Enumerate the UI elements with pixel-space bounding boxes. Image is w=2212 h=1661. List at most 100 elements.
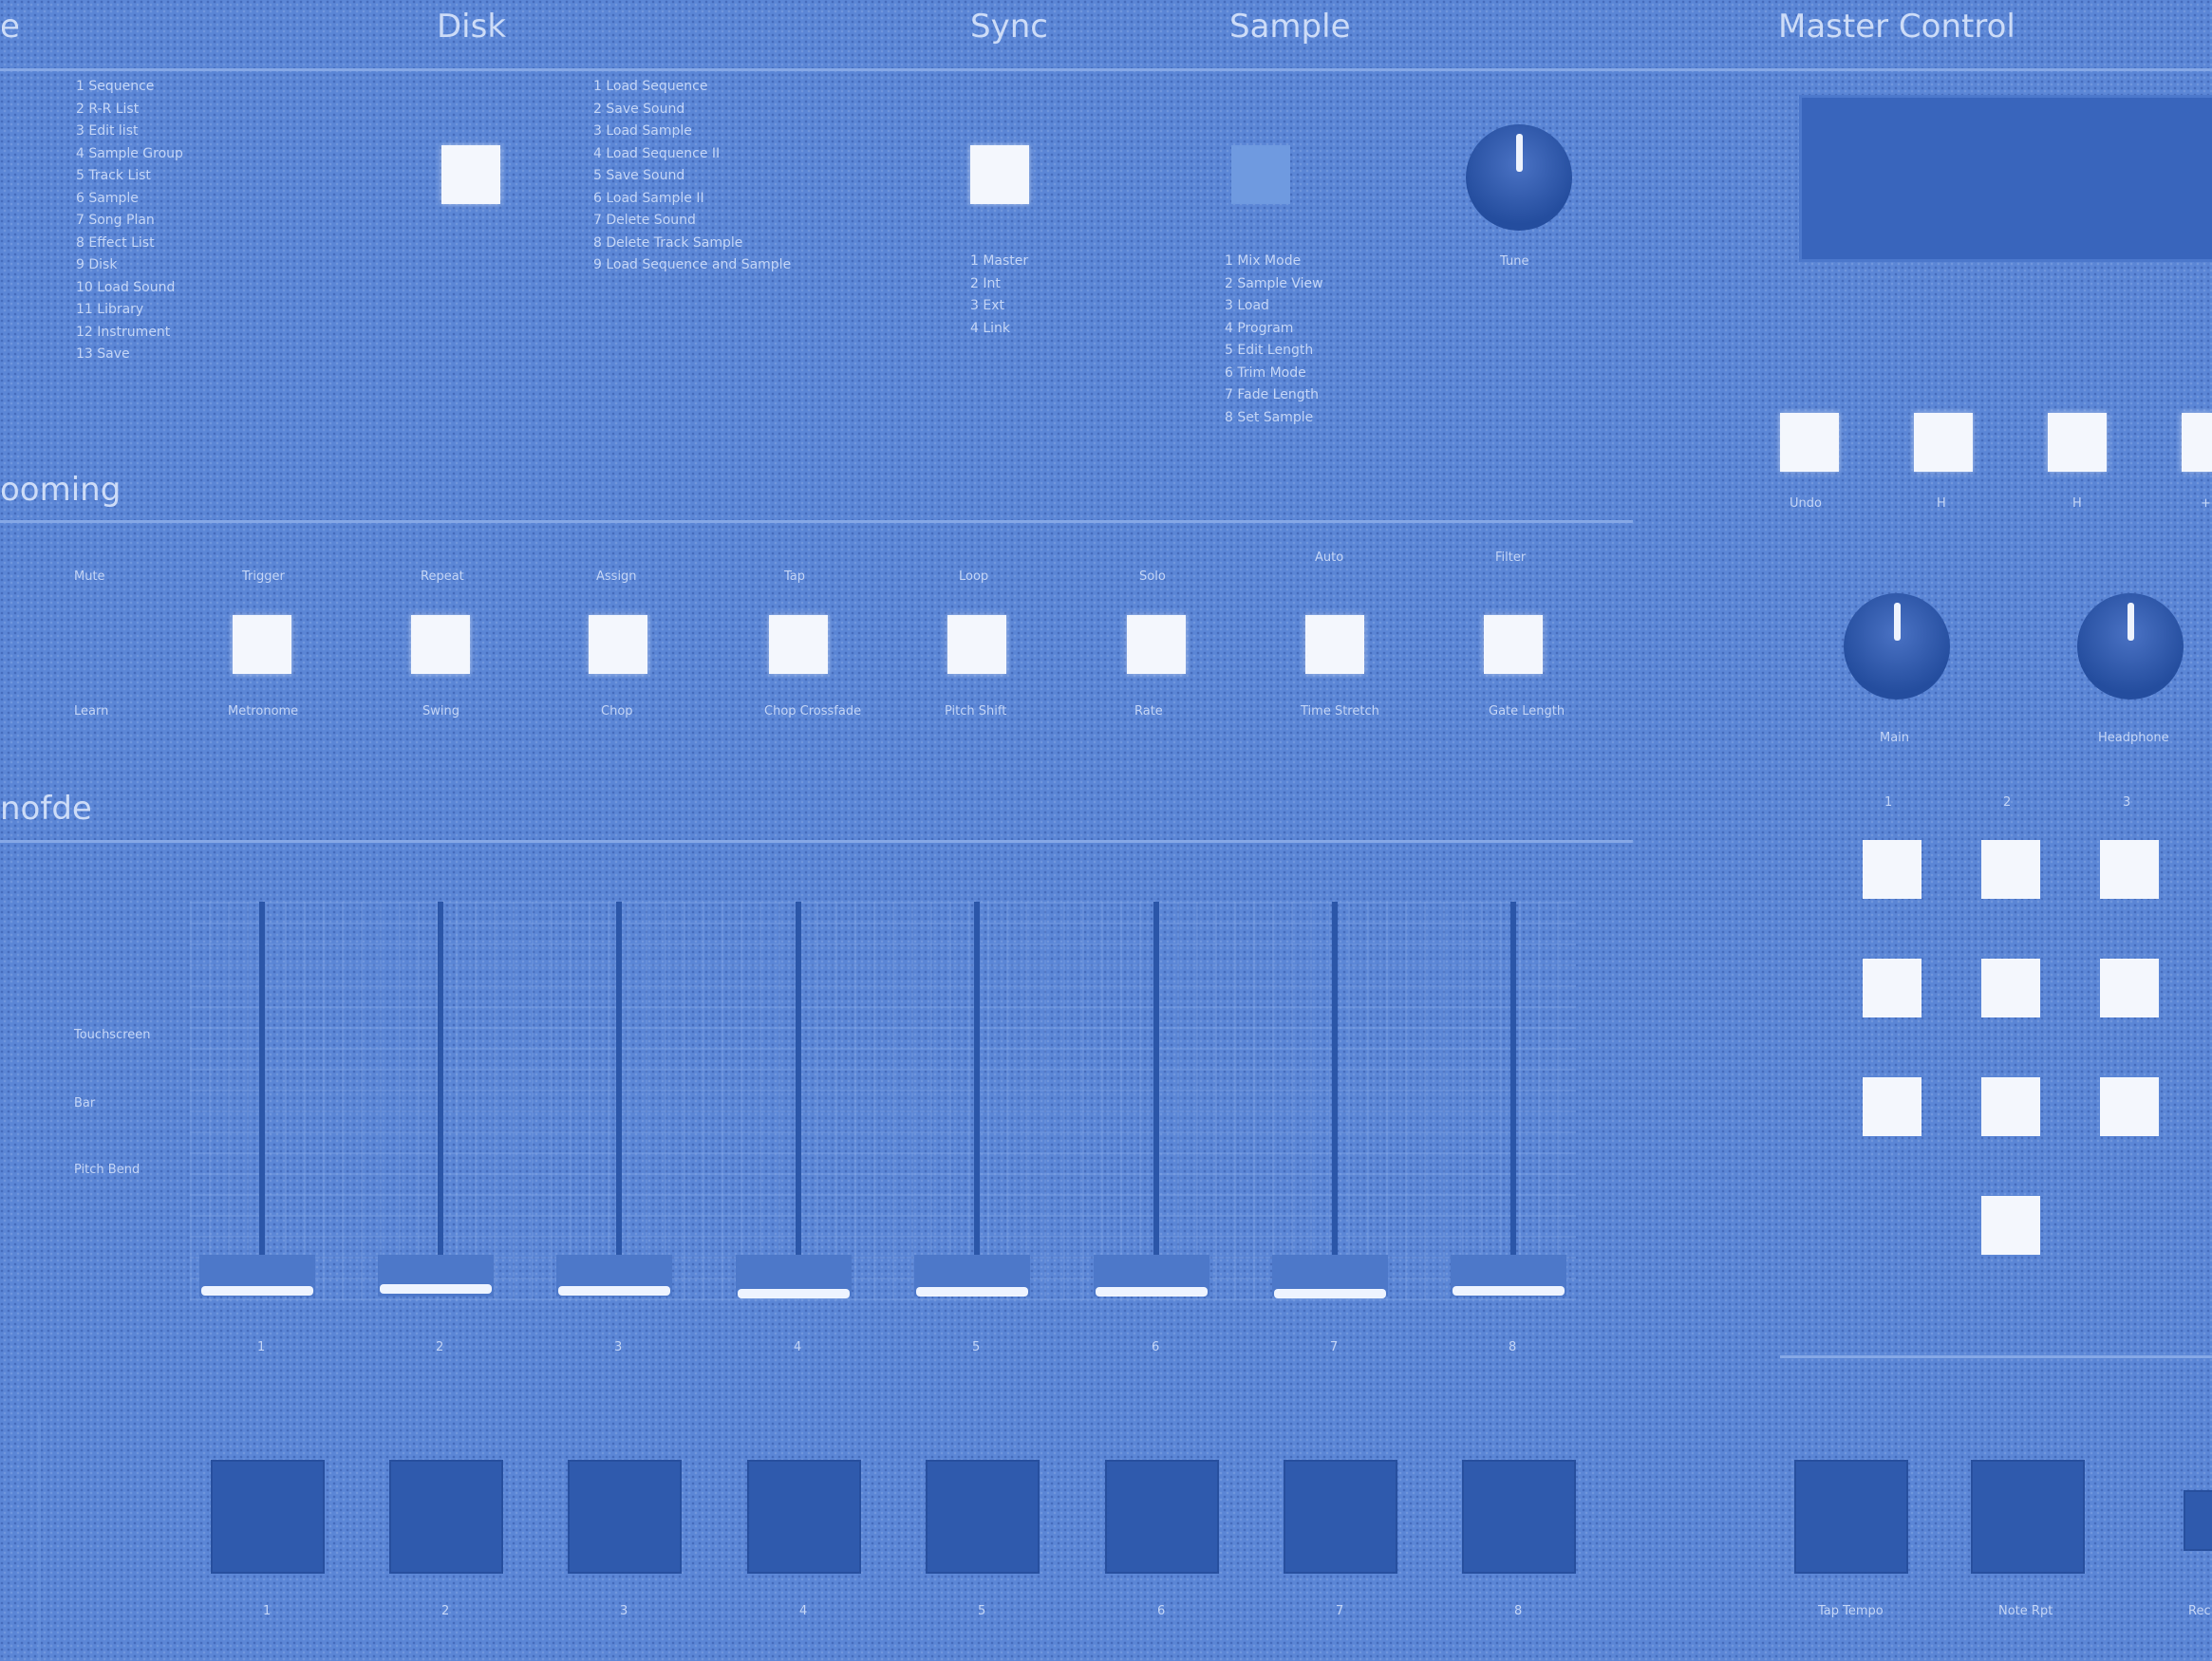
list-item[interactable]: 3 Load Sample: [593, 121, 791, 143]
master-button-label: +: [2201, 496, 2211, 511]
pad-4[interactable]: [747, 1460, 861, 1574]
list-item[interactable]: 3 Ext: [970, 295, 1028, 318]
mid-button-2[interactable]: [411, 615, 470, 674]
list-item[interactable]: 13 Save: [76, 344, 183, 366]
list-item[interactable]: 2 Sample View: [1225, 273, 1323, 296]
numpad-key-5[interactable]: [1981, 959, 2040, 1017]
fader-number: 5: [972, 1340, 981, 1354]
fader-number: 2: [436, 1340, 444, 1354]
mid-bottom-label: Rate: [1134, 704, 1163, 719]
master-pad-note-repeat[interactable]: [1971, 1460, 2085, 1574]
list-item[interactable]: 2 R-R List: [76, 99, 183, 121]
mid-button-6[interactable]: [1127, 615, 1186, 674]
fader-track: [438, 902, 443, 1272]
list-item[interactable]: 4 Program: [1225, 318, 1323, 341]
list-item[interactable]: 8 Set Sample: [1225, 407, 1323, 430]
master-pad-tap-tempo[interactable]: [1794, 1460, 1908, 1574]
master-button-undo[interactable]: [1780, 413, 1839, 472]
list-item[interactable]: 5 Save Sound: [593, 165, 791, 188]
sync-mode-list: 1 Master 2 Int 3 Ext 4 Link: [970, 251, 1028, 340]
list-item[interactable]: 4 Link: [970, 318, 1028, 341]
mid-button-4[interactable]: [769, 615, 828, 674]
numpad-key-7[interactable]: [1863, 1077, 1921, 1136]
master-button-plus[interactable]: [2182, 413, 2212, 472]
sample-knob[interactable]: [1466, 124, 1572, 231]
numpad-key-4[interactable]: [1863, 959, 1921, 1017]
mid-button-5[interactable]: [947, 615, 1006, 674]
numpad-key-0[interactable]: [1981, 1196, 2040, 1255]
list-item[interactable]: 9 Disk: [76, 254, 183, 277]
pad-7[interactable]: [1284, 1460, 1397, 1574]
disk-button[interactable]: [441, 145, 500, 204]
list-item[interactable]: 2 Int: [970, 273, 1028, 296]
mid-top-label: Assign: [596, 569, 637, 584]
master-pad-rec[interactable]: [2184, 1490, 2212, 1551]
list-item[interactable]: 7 Song Plan: [76, 210, 183, 233]
pad-6[interactable]: [1105, 1460, 1219, 1574]
mid-button-7[interactable]: [1305, 615, 1364, 674]
header-rule: [0, 68, 2212, 71]
fader-side-label: Touchscreen: [74, 1028, 151, 1042]
numpad-key-8[interactable]: [1981, 1077, 2040, 1136]
sync-button[interactable]: [970, 145, 1029, 204]
list-item[interactable]: 8 Delete Track Sample: [593, 233, 791, 255]
fader-1[interactable]: [201, 1286, 313, 1296]
numpad-key-1[interactable]: [1863, 840, 1921, 899]
numpad-key-2[interactable]: [1981, 840, 2040, 899]
list-item[interactable]: 1 Master: [970, 251, 1028, 273]
numpad-key-3[interactable]: [2100, 840, 2159, 899]
pad-3[interactable]: [568, 1460, 682, 1574]
section-header-partial: e: [0, 8, 20, 46]
master-knob-label: Headphone: [2098, 731, 2169, 745]
fader-8[interactable]: [1453, 1286, 1565, 1296]
pad-2[interactable]: [389, 1460, 503, 1574]
master-button-h2[interactable]: [2048, 413, 2107, 472]
list-item[interactable]: 1 Sequence: [76, 76, 183, 99]
fader-2[interactable]: [380, 1284, 492, 1294]
section-header-row2: ooming: [0, 471, 122, 509]
list-item[interactable]: 5 Edit Length: [1225, 340, 1323, 363]
pad-8[interactable]: [1462, 1460, 1576, 1574]
list-item[interactable]: 11 Library: [76, 299, 183, 322]
fader-number: 3: [614, 1340, 623, 1354]
list-item[interactable]: 1 Mix Mode: [1225, 251, 1323, 273]
list-item[interactable]: 3 Load: [1225, 295, 1323, 318]
master-button-h1[interactable]: [1914, 413, 1973, 472]
fader-4[interactable]: [738, 1289, 850, 1298]
list-item[interactable]: 12 Instrument: [76, 322, 183, 345]
fader-track: [1332, 902, 1338, 1272]
list-item[interactable]: 5 Track List: [76, 165, 183, 188]
pad-number: 2: [441, 1604, 450, 1618]
fader-number: 6: [1152, 1340, 1160, 1354]
list-item[interactable]: 4 Load Sequence II: [593, 143, 791, 166]
mid-button-8[interactable]: [1484, 615, 1543, 674]
headphone-volume-knob[interactable]: [2077, 593, 2184, 700]
list-item[interactable]: 2 Save Sound: [593, 99, 791, 121]
list-item[interactable]: 7 Delete Sound: [593, 210, 791, 233]
list-item[interactable]: 9 Load Sequence and Sample: [593, 254, 791, 277]
numpad-label: 2: [2003, 795, 2012, 810]
list-item[interactable]: 8 Effect List: [76, 233, 183, 255]
main-volume-knob[interactable]: [1844, 593, 1950, 700]
numpad-key-6[interactable]: [2100, 959, 2159, 1017]
pad-5[interactable]: [926, 1460, 1040, 1574]
fader-grid-background: [190, 902, 1576, 1300]
list-item[interactable]: 1 Load Sequence: [593, 76, 791, 99]
mid-button-3[interactable]: [589, 615, 647, 674]
master-knob-label: Main: [1880, 731, 1910, 745]
sample-button[interactable]: [1231, 145, 1290, 204]
fader-5[interactable]: [916, 1287, 1028, 1297]
list-item[interactable]: 3 Edit list: [76, 121, 183, 143]
list-item[interactable]: 10 Load Sound: [76, 277, 183, 300]
mid-button-1[interactable]: [233, 615, 291, 674]
fader-6[interactable]: [1096, 1287, 1208, 1297]
pad-1[interactable]: [211, 1460, 325, 1574]
fader-7[interactable]: [1274, 1289, 1386, 1298]
list-item[interactable]: 4 Sample Group: [76, 143, 183, 166]
list-item[interactable]: 7 Fade Length: [1225, 384, 1323, 407]
numpad-key-9[interactable]: [2100, 1077, 2159, 1136]
list-item[interactable]: 6 Trim Mode: [1225, 363, 1323, 385]
list-item[interactable]: 6 Load Sample II: [593, 188, 791, 211]
fader-3[interactable]: [558, 1286, 670, 1296]
list-item[interactable]: 6 Sample: [76, 188, 183, 211]
